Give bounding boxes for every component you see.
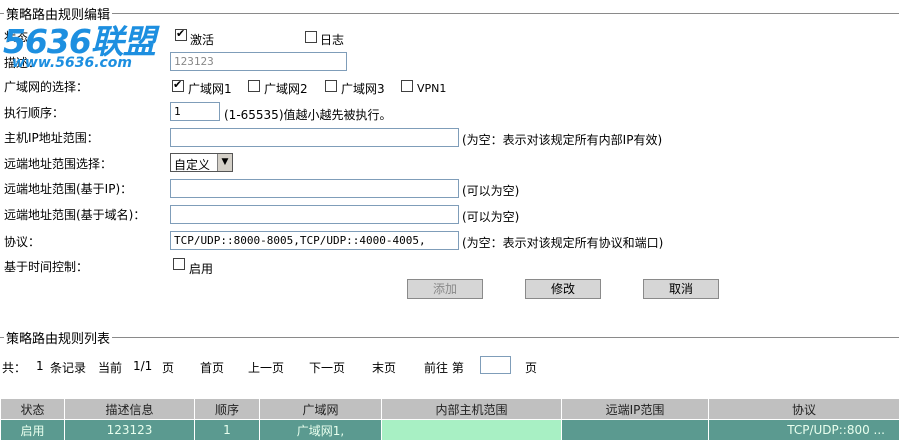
cancel-button[interactable]: 取消 xyxy=(643,279,719,299)
column-header: 顺序 xyxy=(194,398,260,420)
pager-prev-link[interactable]: 上一页 xyxy=(248,359,284,376)
table-header-row: 状态 描述信息 顺序 广域网 内部主机范围 远端IP范围 协议 xyxy=(0,398,899,420)
wan3-label: 广域网3 xyxy=(341,82,385,96)
status-label: 状态： xyxy=(4,30,41,44)
wan3-checkbox[interactable] xyxy=(325,80,337,92)
wan1-checkbox[interactable] xyxy=(172,78,184,92)
vpn1-checkbox[interactable] xyxy=(401,80,413,92)
pager-pages: 1/1 xyxy=(133,359,153,373)
activate-checkbox[interactable] xyxy=(175,27,187,41)
desc-label: 描述： xyxy=(4,56,41,70)
time-enable-label: 启用 xyxy=(189,262,214,276)
chevron-down-icon[interactable]: ▼ xyxy=(217,154,232,171)
column-header: 远端IP范围 xyxy=(561,398,709,420)
pager-next-link[interactable]: 下一页 xyxy=(309,359,345,376)
remote-select-label: 远端地址范围选择： xyxy=(4,157,113,171)
pager-page-unit: 页 xyxy=(162,361,175,375)
table-row[interactable]: 启用 123123 1 广域网1, TCP/UDP::800 ... xyxy=(0,419,899,441)
time-label: 基于时间控制： xyxy=(4,260,89,274)
pager-total-prefix: 共： xyxy=(2,361,27,375)
table-cell-host-range xyxy=(381,419,562,441)
wan2-label: 广域网2 xyxy=(264,82,308,96)
table-cell-protocol: TCP/UDP::800 ... xyxy=(708,419,899,441)
list-section-divider xyxy=(0,337,899,338)
log-checkbox[interactable] xyxy=(305,31,317,43)
time-enable-checkbox[interactable] xyxy=(173,258,185,270)
wan1-label: 广域网1 xyxy=(188,82,232,96)
rules-table: 状态 描述信息 顺序 广域网 内部主机范围 远端IP范围 协议 启用 12312… xyxy=(0,398,899,441)
table-cell-description: 123123 xyxy=(64,419,195,441)
remote-ip-input[interactable] xyxy=(170,179,459,198)
order-hint: (1-65535)值越小越先被执行。 xyxy=(224,108,392,122)
column-header: 广域网 xyxy=(259,398,382,420)
list-section-title: 策略路由规则列表 xyxy=(4,328,113,347)
pager-goto-input[interactable] xyxy=(480,356,511,374)
desc-input[interactable]: 123123 xyxy=(170,52,347,71)
order-label: 执行顺序： xyxy=(4,106,65,120)
pager-goto-label: 前往 第 xyxy=(424,361,464,375)
column-header: 协议 xyxy=(708,398,899,420)
table-cell-wan: 广域网1, xyxy=(259,419,382,441)
host-ip-label: 主机IP地址范围： xyxy=(4,131,99,145)
column-header: 描述信息 xyxy=(64,398,195,420)
modify-button[interactable]: 修改 xyxy=(525,279,601,299)
add-button[interactable]: 添加 xyxy=(407,279,483,299)
remote-domain-label: 远端地址范围(基于域名)： xyxy=(4,208,146,222)
column-header: 内部主机范围 xyxy=(381,398,562,420)
remote-domain-input[interactable] xyxy=(170,205,459,224)
edit-section-divider xyxy=(0,13,899,14)
edit-section-title: 策略路由规则编辑 xyxy=(4,4,113,23)
pager-records-text: 条记录 xyxy=(50,361,87,375)
remote-domain-hint: (可以为空) xyxy=(462,210,520,224)
remote-select[interactable]: 自定义 ▼ xyxy=(170,153,233,172)
remote-select-value: 自定义 xyxy=(174,158,211,172)
remote-ip-label: 远端地址范围(基于IP)： xyxy=(4,182,133,196)
protocol-label: 协议： xyxy=(4,235,41,249)
order-input[interactable]: 1 xyxy=(170,102,220,121)
pager-last-link[interactable]: 末页 xyxy=(372,359,396,376)
remote-ip-hint: (可以为空) xyxy=(462,184,520,198)
activate-label: 激活 xyxy=(190,33,215,47)
table-cell-status: 启用 xyxy=(0,419,65,441)
table-cell-order: 1 xyxy=(194,419,260,441)
wan-label: 广域网的选择： xyxy=(4,80,89,94)
vpn1-label: VPN1 xyxy=(417,82,447,95)
wan2-checkbox[interactable] xyxy=(248,80,260,92)
pager-current-label: 当前 xyxy=(98,361,123,375)
host-ip-hint: (为空：表示对该规定所有内部IP有效) xyxy=(462,133,663,147)
column-header: 状态 xyxy=(0,398,65,420)
protocol-input[interactable]: TCP/UDP::8000-8005,TCP/UDP::4000-4005, xyxy=(170,231,459,250)
log-label: 日志 xyxy=(320,33,345,47)
protocol-hint: (为空：表示对该规定所有协议和端口) xyxy=(462,236,664,250)
pager-record-count: 1 xyxy=(36,359,44,373)
table-cell-remote-ip xyxy=(561,419,709,441)
host-ip-input[interactable] xyxy=(170,128,459,147)
pager-first-link[interactable]: 首页 xyxy=(200,359,224,376)
pager-goto-unit: 页 xyxy=(525,361,538,375)
